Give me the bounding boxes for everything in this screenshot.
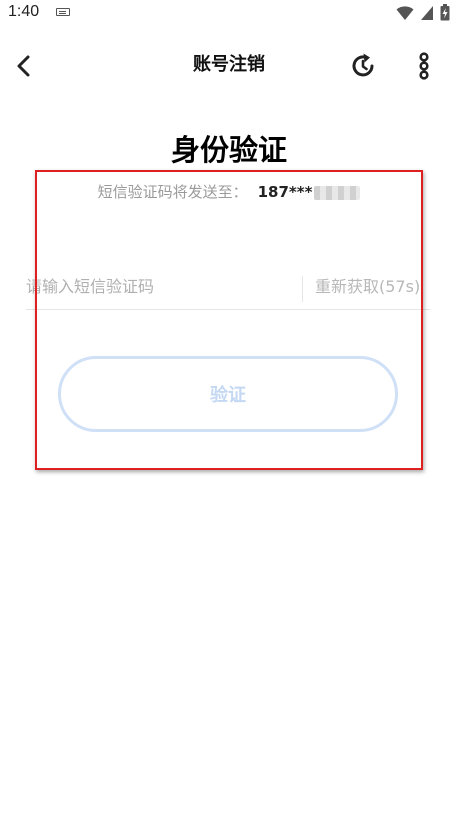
- page-title: 账号注销: [193, 54, 265, 75]
- input-divider: [302, 276, 303, 302]
- resend-code-button[interactable]: 重新获取(57s): [315, 275, 420, 299]
- sms-code-input[interactable]: [26, 266, 296, 306]
- verify-button[interactable]: 验证: [58, 356, 398, 432]
- status-bar: 1:40: [0, 0, 458, 26]
- status-icons: [396, 4, 450, 21]
- status-time: 1:40: [8, 3, 40, 20]
- verification-title: 身份验证: [170, 133, 287, 167]
- signal-icon: [421, 5, 433, 20]
- nav-bar: 账号注销: [0, 40, 458, 92]
- more-vertical-icon[interactable]: [414, 51, 434, 81]
- phone-mask: [314, 185, 361, 200]
- code-input-row: 重新获取(57s): [26, 266, 430, 310]
- sms-label: 短信验证码将发送至：: [97, 183, 248, 201]
- phone-number: 187***: [257, 183, 313, 201]
- wifi-icon: [396, 5, 414, 20]
- battery-charging-icon: [440, 4, 450, 21]
- sms-destination: 短信验证码将发送至： 187***: [0, 180, 458, 204]
- keyboard-icon: [56, 8, 70, 16]
- refresh-icon[interactable]: [348, 51, 378, 81]
